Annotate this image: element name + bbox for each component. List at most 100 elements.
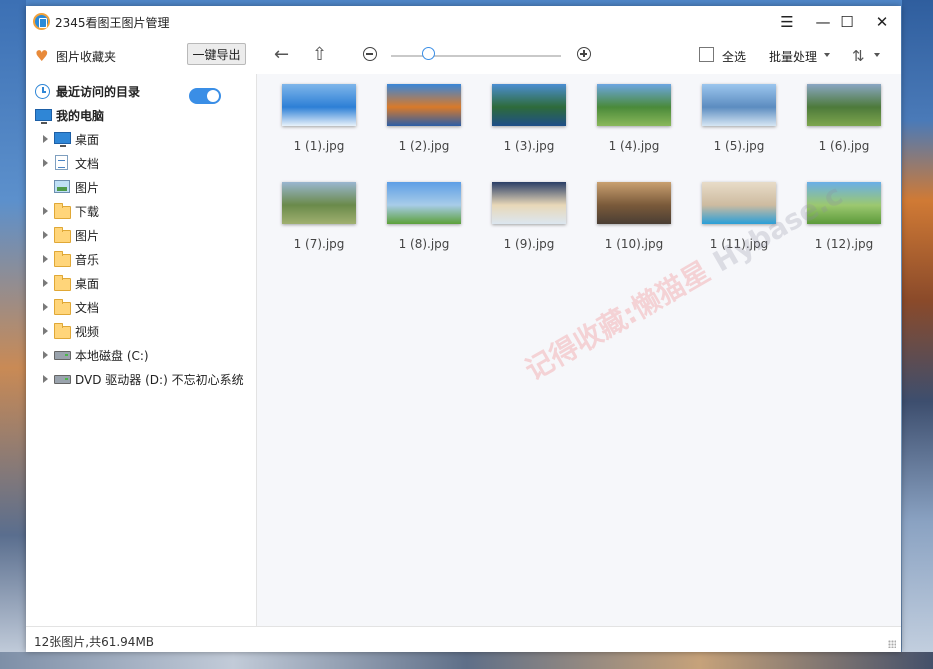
folder-icon: [54, 323, 71, 339]
tree-item[interactable]: 桌面: [26, 128, 255, 150]
desktop-wallpaper-left: [0, 0, 26, 669]
title-bar: 2345看图王图片管理 ☰ — ☐ ✕: [26, 6, 901, 38]
zoom-slider-handle[interactable]: [422, 47, 436, 60]
expand-arrow-icon[interactable]: [43, 303, 48, 311]
thumbnail-filename[interactable]: 1 (3).jpg: [477, 139, 581, 153]
minimize-icon: —: [815, 13, 831, 31]
desktop-wallpaper-bottom: [0, 652, 933, 669]
batch-dropdown-icon[interactable]: [824, 53, 830, 57]
expand-arrow-icon[interactable]: [43, 375, 48, 383]
zoom-out-icon[interactable]: [363, 47, 377, 61]
tree-item-label: 文档: [75, 300, 100, 315]
folder-tree-sidebar: 最近访问的目录 我的电脑 桌面 文档 图片 下载 图片 音乐 桌面 文档 视频 本地磁盘 (C:)…: [26, 74, 257, 626]
expand-arrow-icon[interactable]: [43, 231, 48, 239]
sort-icon[interactable]: ⇅: [852, 46, 865, 66]
document-icon: [55, 155, 68, 170]
tree-item-label: 图片: [75, 228, 100, 243]
expand-arrow-icon[interactable]: [43, 135, 48, 143]
image-thumbnail[interactable]: [702, 84, 776, 126]
expand-arrow-icon[interactable]: [43, 327, 48, 335]
resize-grip-icon[interactable]: [888, 640, 896, 648]
favorites-label[interactable]: 图片收藏夹: [56, 48, 116, 65]
drive-icon: [54, 351, 71, 360]
image-thumbnail[interactable]: [492, 84, 566, 126]
app-window: 2345看图王图片管理 ☰ — ☐ ✕ ♥ 图片收藏夹 一键导出 ← ⇧ 全选 …: [26, 6, 901, 652]
window-title: 2345看图王图片管理: [55, 16, 170, 30]
tree-item[interactable]: 视频: [26, 320, 255, 342]
tree-item[interactable]: 文档: [26, 296, 255, 318]
watermark-text: 记得收藏:懒猫星: [519, 254, 716, 387]
batch-process-button[interactable]: 批量处理: [769, 48, 817, 65]
one-click-export-button[interactable]: 一键导出: [187, 43, 246, 65]
image-thumbnail[interactable]: [702, 182, 776, 224]
tree-item-label: 图片: [75, 180, 100, 195]
computer-icon: [35, 109, 52, 124]
thumbnail-filename[interactable]: 1 (7).jpg: [267, 237, 371, 251]
back-arrow-icon[interactable]: ←: [274, 45, 289, 65]
tree-item[interactable]: 桌面: [26, 272, 255, 294]
expand-arrow-icon[interactable]: [43, 279, 48, 287]
status-text: 12张图片,共61.94MB: [34, 635, 155, 649]
tree-item-label: 本地磁盘 (C:): [75, 348, 149, 363]
app-logo-icon: [33, 13, 50, 30]
tree-item[interactable]: 下载: [26, 200, 255, 222]
tree-item[interactable]: 音乐: [26, 248, 255, 270]
tree-item-label: DVD 驱动器 (D:) 不忘初心系统: [75, 372, 244, 387]
image-thumbnail[interactable]: [387, 182, 461, 224]
image-thumbnail[interactable]: [807, 84, 881, 126]
my-computer-row[interactable]: 我的电脑: [26, 104, 255, 126]
image-thumbnail[interactable]: [807, 182, 881, 224]
thumbnail-filename[interactable]: 1 (5).jpg: [687, 139, 791, 153]
menu-button[interactable]: ☰: [773, 9, 801, 35]
recent-directories-label: 最近访问的目录: [56, 84, 141, 99]
expand-arrow-icon[interactable]: [43, 351, 48, 359]
maximize-button[interactable]: ☐: [833, 9, 861, 35]
image-thumbnail[interactable]: [597, 84, 671, 126]
select-all-label[interactable]: 全选: [722, 48, 746, 65]
thumbnail-filename[interactable]: 1 (10).jpg: [582, 237, 686, 251]
thumbnail-filename[interactable]: 1 (11).jpg: [687, 237, 791, 251]
tree-item[interactable]: 本地磁盘 (C:): [26, 344, 255, 366]
tree-item[interactable]: 图片: [26, 224, 255, 246]
heart-icon: ♥: [35, 47, 49, 65]
close-button[interactable]: ✕: [868, 9, 896, 35]
zoom-slider-track[interactable]: [391, 55, 561, 57]
image-thumbnail[interactable]: [282, 182, 356, 224]
thumbnail-filename[interactable]: 1 (6).jpg: [792, 139, 896, 153]
zoom-in-icon[interactable]: [577, 47, 591, 61]
image-thumbnail[interactable]: [387, 84, 461, 126]
desktop-icon: [54, 132, 71, 147]
my-computer-label: 我的电脑: [56, 108, 105, 123]
thumbnail-filename[interactable]: 1 (12).jpg: [792, 237, 896, 251]
thumbnail-filename[interactable]: 1 (8).jpg: [372, 237, 476, 251]
recent-toggle-switch[interactable]: [189, 88, 221, 104]
tree-item-label: 视频: [75, 324, 100, 339]
image-thumbnail[interactable]: [492, 182, 566, 224]
folder-icon: [54, 203, 71, 219]
recent-directories-row[interactable]: 最近访问的目录: [26, 80, 255, 104]
folder-icon: [54, 299, 71, 315]
expand-arrow-icon[interactable]: [43, 255, 48, 263]
sort-dropdown-icon[interactable]: [874, 53, 880, 57]
image-thumbnail[interactable]: [597, 182, 671, 224]
tree-item-label: 文档: [75, 156, 100, 171]
folder-icon: [54, 275, 71, 291]
tree-item-label: 下载: [75, 204, 100, 219]
tree-item[interactable]: 图片: [26, 176, 255, 198]
drive-icon: [54, 375, 71, 384]
picture-icon: [54, 180, 70, 193]
tree-item[interactable]: 文档: [26, 152, 255, 174]
toolbar: ♥ 图片收藏夹 一键导出 ← ⇧ 全选 批量处理 ⇅: [26, 38, 901, 74]
thumbnail-filename[interactable]: 1 (2).jpg: [372, 139, 476, 153]
image-thumbnail[interactable]: [282, 84, 356, 126]
expand-arrow-icon[interactable]: [43, 207, 48, 215]
thumbnail-filename[interactable]: 1 (9).jpg: [477, 237, 581, 251]
expand-arrow-icon[interactable]: [43, 159, 48, 167]
thumbnail-filename[interactable]: 1 (1).jpg: [267, 139, 371, 153]
up-folder-icon[interactable]: ⇧: [312, 45, 327, 65]
maximize-icon: ☐: [840, 13, 854, 31]
tree-item[interactable]: DVD 驱动器 (D:) 不忘初心系统: [26, 368, 255, 390]
thumbnail-filename[interactable]: 1 (4).jpg: [582, 139, 686, 153]
clock-icon: [35, 84, 50, 99]
select-all-checkbox[interactable]: [699, 47, 714, 62]
